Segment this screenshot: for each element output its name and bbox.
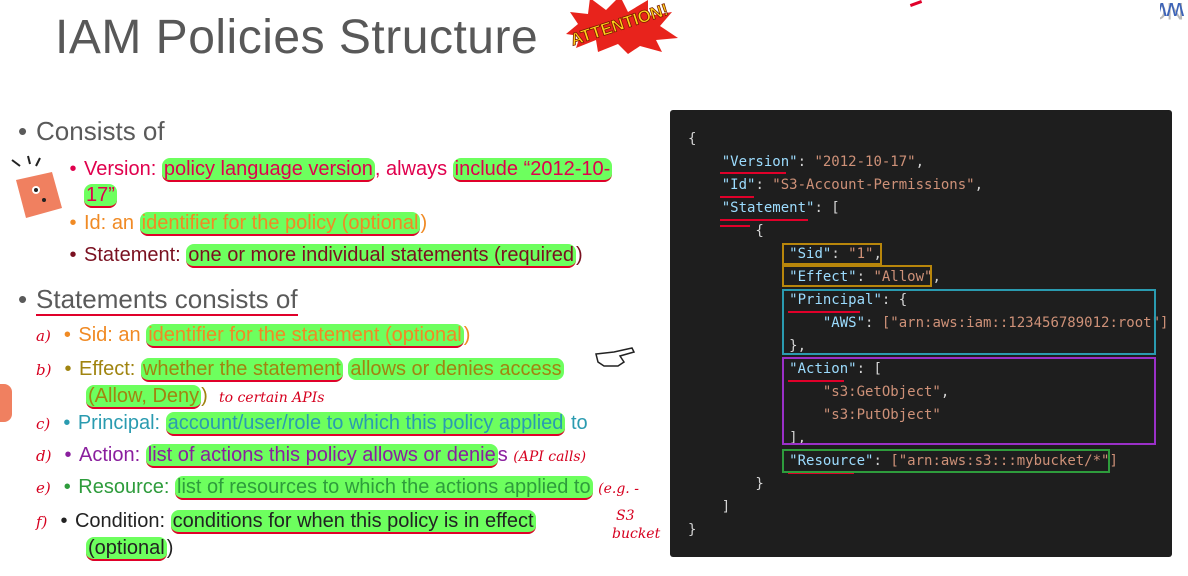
consists-heading: • Consists of <box>18 116 165 146</box>
ink-mark <box>909 0 923 7</box>
doodle-mark <box>0 384 12 422</box>
code-underline-statement <box>720 219 808 221</box>
list-item-id: • Id: an identifier for the policy (optio… <box>69 212 428 236</box>
code-underline-version <box>720 172 786 174</box>
list-item-statement: • Statement: one or more individual state… <box>69 244 583 268</box>
resource-note-s3: S3 <box>616 508 635 524</box>
list-item-version: • Version: policy language version, alway… <box>69 158 613 208</box>
excited-face-icon <box>11 155 62 218</box>
action-note: (API calls) <box>513 449 587 465</box>
watermark-link: www.datacumulus.com <box>1160 0 1184 24</box>
principal-box <box>782 289 1156 355</box>
list-item-resource: e) • Resource: list of resources to which… <box>36 476 639 500</box>
list-item-principal: c) • Principal: account/user/role to whic… <box>36 412 588 436</box>
list-item-effect: b) • Effect: whether the statement allows… <box>36 358 564 409</box>
effect-box <box>782 265 932 287</box>
slide-title: IAM Policies Structure <box>55 11 539 64</box>
statements-heading: • Statements consists of <box>18 284 298 316</box>
code-underline-statement-2 <box>720 225 750 227</box>
resource-box <box>782 449 1110 473</box>
list-item-sid: a) • Sid: an identifier for the statement… <box>36 324 471 348</box>
sid-box <box>782 243 882 265</box>
attention-badge-icon: ATTENTION! <box>566 0 678 54</box>
effect-note: to certain APIs <box>218 390 325 406</box>
resource-note: (e.g. - <box>598 481 639 497</box>
pointing-hand-icon <box>595 347 636 367</box>
code-underline-id <box>720 196 754 198</box>
resource-note-bucket: bucket <box>612 526 661 542</box>
action-box <box>782 357 1156 445</box>
list-item-condition: f) • Condition: conditions for when this … <box>36 510 536 561</box>
list-item-action: d) • Action: list of actions this policy … <box>36 444 587 468</box>
